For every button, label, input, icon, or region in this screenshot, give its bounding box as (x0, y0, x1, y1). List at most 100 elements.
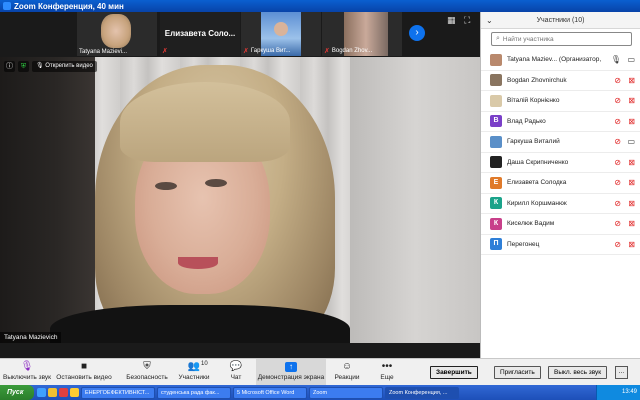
search-input[interactable] (502, 35, 623, 43)
avatar (490, 135, 502, 148)
mic-muted-icon[interactable]: ⊘ (614, 178, 621, 187)
video-off-icon[interactable]: ⊠ (628, 219, 635, 228)
avatar: К (490, 217, 502, 230)
reactions-button[interactable]: ☺ Реакции (332, 359, 362, 386)
system-clock: 13:49 (596, 385, 640, 400)
participant-row[interactable]: Даша Скрипниченко ⊘ ⊠ (481, 153, 640, 173)
participant-name: Кирилл Коршманюк (507, 199, 567, 207)
mute-all-button[interactable]: Выкл. весь звук (548, 366, 608, 379)
avatar: В (490, 115, 502, 128)
fullscreen-icon[interactable]: ⛶ (464, 15, 474, 25)
video-off-icon[interactable]: ⊠ (628, 76, 635, 85)
chat-button[interactable]: 💬 Чат (222, 359, 250, 386)
search-icon: ⌕ (496, 35, 500, 42)
video-off-icon[interactable]: ⊠ (628, 117, 635, 126)
zoom-logo-icon (3, 2, 11, 10)
app-icon[interactable] (70, 388, 79, 397)
mute-button[interactable]: 🎙 Выключить звук (2, 359, 52, 386)
panel-title: Участники (10) (536, 17, 585, 24)
thumbnail-strip: Tatyana Mazievi... Елизавета Соло... ✗ ✗… (0, 12, 480, 57)
info-icon[interactable]: ⓘ (4, 61, 15, 72)
participant-row[interactable]: П Перегонец ⊘ ⊠ (481, 235, 640, 255)
chevron-down-icon[interactable]: ⌄ (486, 12, 493, 29)
avatar (490, 74, 502, 87)
mic-muted-icon[interactable]: ⊘ (614, 240, 621, 249)
participant-name: Перегонец (507, 240, 540, 248)
share-screen-button[interactable]: ↑ Демонстрация экрана (256, 359, 326, 386)
video-off-icon[interactable]: ⊠ (628, 96, 635, 105)
end-meeting-button[interactable]: Завершить (430, 366, 478, 379)
grid-view-icon[interactable]: ▦ (447, 15, 457, 25)
participant-row[interactable]: Віталій Корнієнко ⊘ ⊠ (481, 91, 640, 112)
avatar: К (490, 197, 502, 210)
more-button[interactable]: ••• Еще (374, 359, 400, 386)
shield-icon[interactable]: ⛨ (18, 61, 29, 72)
chevron-right-icon[interactable]: › (409, 25, 425, 41)
video-off-icon[interactable]: ⊠ (628, 158, 635, 167)
thumbnail-name: Bogdan Zhov... (331, 48, 373, 54)
video-camera-icon: ■ (80, 361, 88, 372)
participant-name: Bogdan Zhovnirchuk (507, 76, 567, 84)
share-screen-icon: ↑ (256, 359, 326, 374)
participant-name: Влад Радько (507, 117, 546, 125)
mic-muted-icon[interactable]: ⊘ (614, 137, 621, 146)
meeting-toolbar: 🎙 Выключить звук ■ Остановить видео ⛨ Бе… (0, 358, 640, 386)
stop-video-button[interactable]: ■ Остановить видео (56, 359, 112, 386)
video-off-icon[interactable]: ⊠ (628, 178, 635, 187)
thumbnail-name: Гаркуша Вит... (250, 48, 291, 54)
mic-muted-icon[interactable]: ⊘ (614, 158, 621, 167)
invite-button[interactable]: Пригласить (494, 366, 541, 379)
participant-row[interactable]: Гаркуша Виталий ⊘ ▭ (481, 132, 640, 153)
security-button[interactable]: ⛨ Безопасность (124, 359, 170, 386)
thumbnail-bogdan[interactable]: ✗ Bogdan Zhov... (322, 12, 402, 56)
start-button[interactable]: Пуск (0, 385, 34, 400)
participant-row[interactable]: Е Елизавета Солодка ⊘ ⊠ (481, 173, 640, 194)
avatar: Е (490, 176, 502, 189)
mic-muted-icon[interactable]: ⊘ (614, 219, 621, 228)
shield-icon: ⛨ (143, 361, 151, 372)
taskbar-item[interactable]: Zoom (309, 386, 383, 399)
participant-list: Tatyana Maziev... (Организатор, я) 🎙 ▭ Bogd… (481, 50, 640, 255)
mic-muted-icon[interactable]: ⊘ (614, 199, 621, 208)
thumbnail-elizaveta[interactable]: Елизавета Соло... ✗ (160, 12, 240, 56)
video-camera-icon[interactable]: ▭ (627, 137, 635, 146)
taskbar-item[interactable]: студенська рада фак... (157, 386, 231, 399)
mic-muted-icon[interactable]: ⊘ (614, 117, 621, 126)
taskbar-item[interactable]: ЕНЕРГОЕФЕКТИВНІСТ... (81, 386, 155, 399)
mic-muted-icon[interactable]: ⊘ (614, 96, 621, 105)
chat-bubble-icon: 💬 (229, 361, 243, 372)
video-off-icon[interactable]: ⊠ (628, 240, 635, 249)
quick-launch (37, 388, 79, 397)
video-camera-icon[interactable]: ▭ (627, 55, 635, 64)
mic-muted-icon[interactable]: ⊘ (614, 76, 621, 85)
participant-row[interactable]: К Киселюк Вадим ⊘ ⊠ (481, 214, 640, 235)
participant-row[interactable]: В Влад Радько ⊘ ⊠ (481, 112, 640, 132)
video-off-icon[interactable]: ⊠ (628, 199, 635, 208)
microphone-icon[interactable]: 🎙 (611, 55, 621, 64)
participant-row[interactable]: Bogdan Zhovnirchuk ⊘ ⊠ (481, 71, 640, 91)
mic-muted-icon: ✗ (324, 48, 330, 55)
panel-more-button[interactable]: ... (615, 366, 628, 379)
thumbnail-garkusha[interactable]: ✗ Гаркуша Вит... (241, 12, 321, 56)
browser-icon[interactable] (59, 388, 68, 397)
search-box[interactable]: ⌕ (491, 32, 632, 46)
smiley-icon: ☺ (341, 361, 353, 372)
avatar (490, 156, 502, 169)
panel-header: ⌄ Участники (10) (481, 12, 640, 29)
meeting-area: Tatyana Mazievi... Елизавета Соло... ✗ ✗… (0, 12, 480, 358)
main-video[interactable]: ⓘ ⛨ 🎙 Открепить видео Tatyana Mazievich (0, 57, 480, 343)
participant-name: Гаркуша Виталий (507, 138, 560, 146)
thumbnail-tatyana[interactable]: Tatyana Mazievi... (77, 12, 157, 56)
unpin-video-button[interactable]: 🎙 Открепить видео (32, 61, 97, 72)
taskbar-item[interactable]: 5 Microsoft Office Word (233, 386, 307, 399)
participants-button[interactable]: 👥 10 Участники (176, 359, 212, 386)
participant-row[interactable]: Tatyana Maziev... (Организатор, я) 🎙 ▭ (481, 50, 640, 71)
ie-icon[interactable] (37, 388, 46, 397)
thumbnail-name: Tatyana Mazievi... (79, 49, 128, 55)
window-title: Zoom Конференция, 40 мин (14, 1, 124, 11)
participants-count: 10 (201, 361, 208, 367)
taskbar-item[interactable]: Zoom Конференция, ... (385, 386, 459, 399)
participant-row[interactable]: К Кирилл Коршманюк ⊘ ⊠ (481, 194, 640, 214)
participants-panel: ⌄ Участники (10) ⌕ Tatyana Maziev... (Ор… (480, 12, 640, 358)
folder-icon[interactable] (48, 388, 57, 397)
